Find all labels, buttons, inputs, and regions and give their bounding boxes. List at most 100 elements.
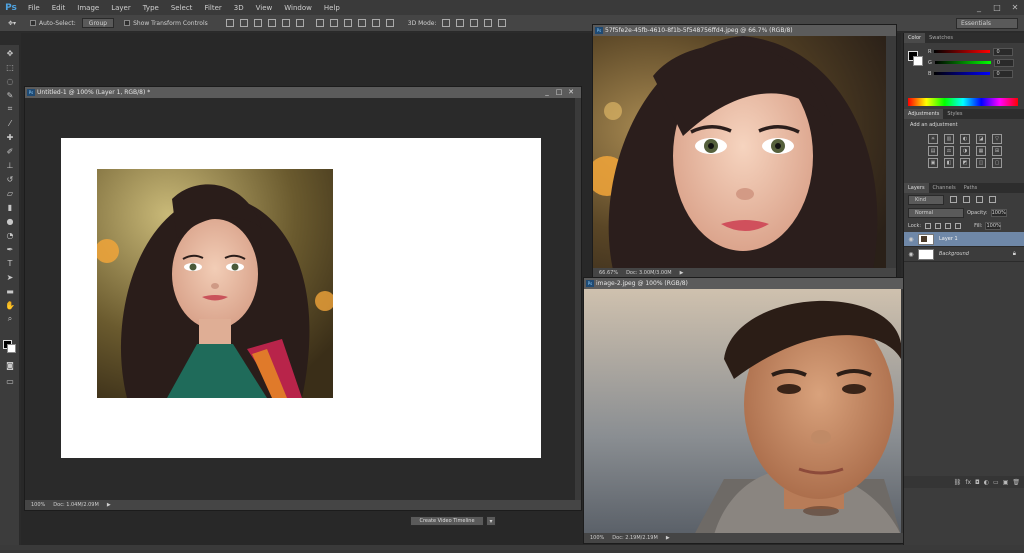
filter-type-icon[interactable] bbox=[976, 196, 983, 203]
filter-pixel-icon[interactable] bbox=[950, 196, 957, 203]
menu-type[interactable]: Type bbox=[137, 4, 165, 12]
distribute-bottom-icon[interactable] bbox=[343, 19, 352, 27]
close-button[interactable]: ✕ bbox=[1006, 0, 1024, 15]
align-right-icon[interactable] bbox=[295, 19, 304, 27]
menu-filter[interactable]: Filter bbox=[198, 4, 227, 12]
quick-select-tool-icon[interactable]: ✎ bbox=[3, 89, 17, 101]
3d-rotate-icon[interactable] bbox=[442, 19, 451, 27]
distribute-center-icon[interactable] bbox=[371, 19, 380, 27]
opacity-value[interactable]: 100% bbox=[990, 208, 1007, 217]
color-spectrum-ramp[interactable] bbox=[908, 98, 1018, 106]
marquee-tool-icon[interactable]: ⬚ bbox=[3, 61, 17, 73]
3d-roll-icon[interactable] bbox=[456, 19, 465, 27]
new-group-icon[interactable]: ▭ bbox=[993, 479, 999, 486]
distribute-right-icon[interactable] bbox=[385, 19, 394, 27]
untitled-zoom-level[interactable]: 100% bbox=[31, 500, 45, 510]
exposure-icon[interactable]: ◪ bbox=[976, 134, 986, 144]
layer-mask-icon[interactable]: ◘ bbox=[975, 479, 980, 486]
align-left-icon[interactable] bbox=[267, 19, 276, 27]
group-dropdown[interactable]: Group bbox=[81, 18, 115, 28]
link-layers-icon[interactable]: ⛓ bbox=[954, 479, 962, 486]
menu-file[interactable]: File bbox=[22, 4, 46, 12]
new-adjustment-icon[interactable]: ◐ bbox=[984, 479, 989, 486]
crop-tool-icon[interactable]: ⌗ bbox=[3, 103, 17, 115]
layer-row-background[interactable]: ◉ Background 🔒︎ bbox=[904, 247, 1024, 262]
invert-icon[interactable]: ▣ bbox=[928, 158, 938, 168]
man-portrait-image[interactable] bbox=[584, 289, 901, 533]
red-value[interactable]: 0 bbox=[993, 47, 1014, 56]
woman-document-titlebar[interactable]: Ps 57f5fe2e-45fb-4610-8f1b-5f548756ffd4.… bbox=[593, 25, 896, 36]
distribute-left-icon[interactable] bbox=[357, 19, 366, 27]
menu-layer[interactable]: Layer bbox=[105, 4, 137, 12]
distribute-top-icon[interactable] bbox=[315, 19, 324, 27]
curves-icon[interactable]: ◐ bbox=[960, 134, 970, 144]
type-tool-icon[interactable]: T bbox=[3, 257, 17, 269]
threshold-icon[interactable]: ◩ bbox=[960, 158, 970, 168]
pen-tool-icon[interactable]: ✒ bbox=[3, 243, 17, 255]
workspace-dropdown[interactable]: Essentials bbox=[956, 18, 1018, 29]
align-bottom-icon[interactable] bbox=[253, 19, 262, 27]
layer-filter-dropdown[interactable]: Kind bbox=[908, 194, 944, 205]
tab-swatches[interactable]: Swatches bbox=[925, 33, 957, 43]
blue-slider[interactable]: B 0 bbox=[904, 68, 1024, 79]
3d-pan-icon[interactable] bbox=[470, 19, 479, 27]
vibrance-icon[interactable]: ▽ bbox=[992, 134, 1002, 144]
status-arrow-icon[interactable]: ▶ bbox=[666, 533, 670, 543]
tab-layers[interactable]: Layers bbox=[904, 183, 929, 193]
fill-value[interactable]: 100% bbox=[985, 221, 1002, 230]
layer-style-icon[interactable]: fx bbox=[965, 479, 971, 486]
new-layer-icon[interactable]: ▣ bbox=[1003, 479, 1009, 486]
menu-3d[interactable]: 3D bbox=[228, 4, 250, 12]
path-select-tool-icon[interactable]: ➤ bbox=[3, 271, 17, 283]
align-center-icon[interactable] bbox=[281, 19, 290, 27]
green-value[interactable]: 0 bbox=[993, 58, 1014, 67]
dodge-tool-icon[interactable]: ◔ bbox=[3, 229, 17, 241]
posterize-icon[interactable]: ◧ bbox=[944, 158, 954, 168]
lock-all-icon[interactable] bbox=[955, 222, 962, 229]
brightness-icon[interactable]: ☀ bbox=[928, 134, 938, 144]
auto-select-option[interactable]: Auto-Select: bbox=[30, 20, 76, 27]
distribute-middle-icon[interactable] bbox=[329, 19, 338, 27]
hue-saturation-icon[interactable]: ▤ bbox=[928, 146, 938, 156]
woman-canvas-area[interactable] bbox=[593, 36, 886, 268]
red-bar[interactable] bbox=[934, 50, 991, 53]
blue-bar[interactable] bbox=[934, 72, 991, 75]
auto-select-checkbox[interactable] bbox=[30, 20, 37, 26]
create-video-timeline-button[interactable]: Create Video Timeline bbox=[410, 516, 484, 526]
filter-shape-icon[interactable] bbox=[989, 196, 996, 203]
3d-slide-icon[interactable] bbox=[484, 19, 493, 27]
maximize-button[interactable]: □ bbox=[988, 0, 1006, 15]
black-white-icon[interactable]: ◑ bbox=[960, 146, 970, 156]
color-balance-icon[interactable]: ⚖ bbox=[944, 146, 954, 156]
lock-pixels-icon[interactable] bbox=[935, 222, 942, 229]
stamp-tool-icon[interactable]: ⊥ bbox=[3, 159, 17, 171]
align-top-icon[interactable] bbox=[225, 19, 234, 27]
menu-edit[interactable]: Edit bbox=[46, 4, 72, 12]
lock-transparency-icon[interactable] bbox=[925, 222, 932, 229]
tab-styles[interactable]: Styles bbox=[943, 109, 966, 119]
woman-closeup-image[interactable] bbox=[593, 36, 886, 268]
untitled-vertical-scrollbar[interactable] bbox=[575, 98, 581, 500]
3d-scale-icon[interactable] bbox=[498, 19, 507, 27]
menu-window[interactable]: Window bbox=[278, 4, 318, 12]
untitled-doc-size[interactable]: Doc: 1.04M/2.09M bbox=[53, 500, 99, 510]
blue-value[interactable]: 0 bbox=[993, 69, 1014, 78]
background-color-swatch[interactable] bbox=[7, 344, 16, 353]
menu-select[interactable]: Select bbox=[165, 4, 199, 12]
levels-icon[interactable]: ▥ bbox=[944, 134, 954, 144]
background-color-swatch[interactable] bbox=[913, 56, 923, 66]
zoom-tool-icon[interactable]: ⌕ bbox=[3, 313, 17, 325]
timeline-dropdown-arrow-icon[interactable]: ▾ bbox=[486, 516, 496, 526]
layer-row-layer-1[interactable]: ◉ Layer 1 bbox=[904, 232, 1024, 247]
woman-portrait-layer[interactable] bbox=[97, 169, 333, 398]
man-zoom-level[interactable]: 100% bbox=[590, 533, 604, 543]
gradient-tool-icon[interactable]: ▮ bbox=[3, 201, 17, 213]
minimize-button[interactable]: _ bbox=[970, 0, 988, 15]
menu-view[interactable]: View bbox=[250, 4, 279, 12]
doc-maximize-button[interactable]: □ bbox=[553, 87, 565, 98]
green-bar[interactable] bbox=[934, 61, 991, 64]
eye-icon[interactable]: ◉ bbox=[904, 236, 918, 243]
move-tool-icon[interactable]: ✥ bbox=[3, 47, 17, 59]
eye-icon[interactable]: ◉ bbox=[904, 251, 918, 258]
brush-tool-icon[interactable]: ✐ bbox=[3, 145, 17, 157]
